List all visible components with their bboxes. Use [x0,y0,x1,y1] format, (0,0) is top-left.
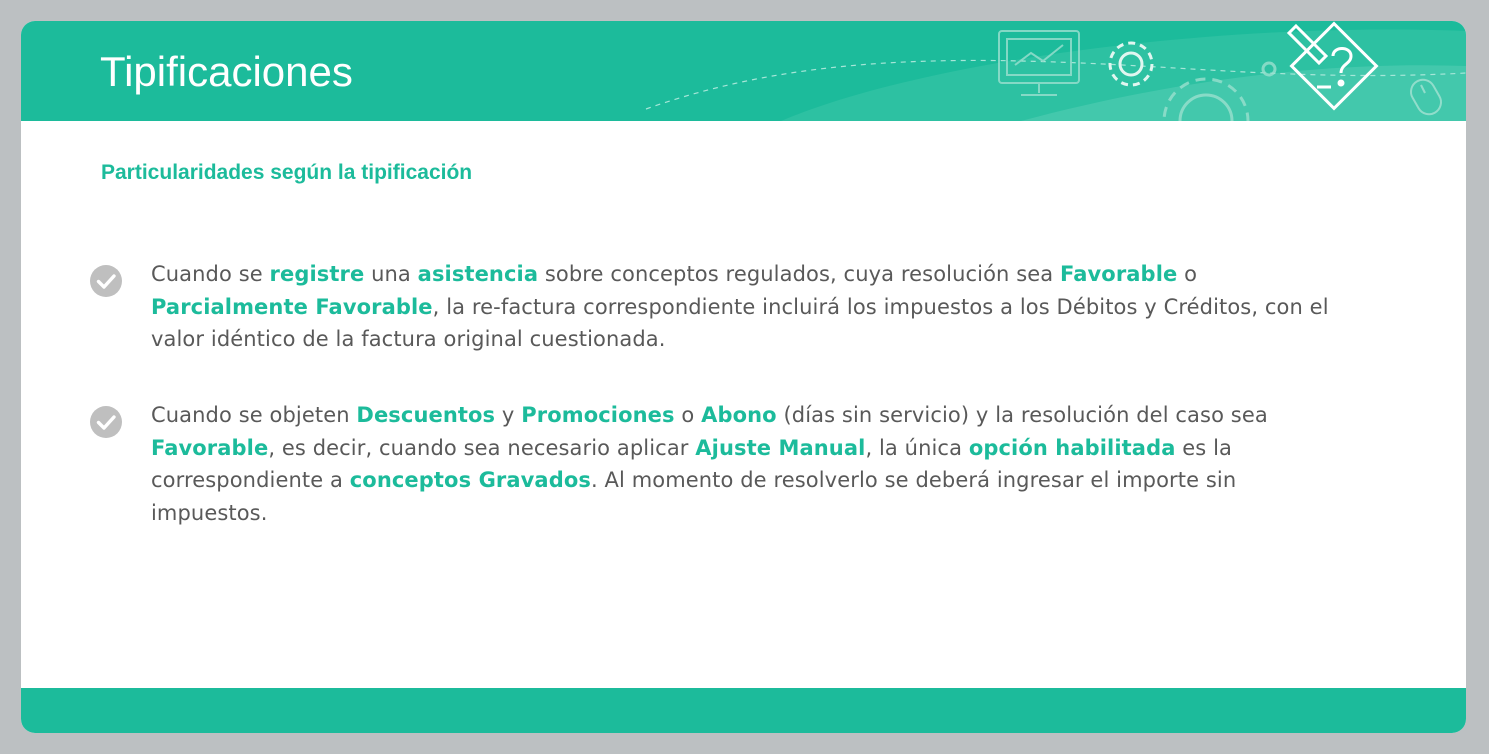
highlighted-term: Favorable [1060,262,1178,286]
bullet-text-segment: o [674,403,702,427]
header-banner: Tipificaciones [21,21,1466,121]
highlighted-term: opción habilitada [968,435,1176,460]
highlighted-term: asistencia [417,262,539,286]
bullet-text: Cuando se registre una asistencia sobre … [151,258,1341,356]
highlighted-term: Favorable [151,435,269,460]
bullet-text-segment: , es decir, cuando sea necesario aplicar [268,435,696,460]
check-circle-icon [90,406,122,438]
bullet-text-segment: Cuando se objeten [151,403,357,427]
slide: Tipificaciones Particularidades según la… [21,21,1466,733]
highlighted-term: conceptos Gravados [349,468,591,492]
bullet-text-segment: Cuando se [151,262,270,286]
highlighted-term: Descuentos [356,403,496,427]
highlighted-term: Promociones [521,403,675,427]
footer-bar [21,688,1466,733]
bullet-text-segment: una [364,262,418,286]
bullet-text-segment: o [1177,262,1198,286]
bullet-text-segment: sobre conceptos regulados, cuya resoluci… [538,262,1061,286]
bullet-text-segment: (días sin servicio) y la resolución del … [776,403,1268,427]
bullet-text: Cuando se objeten Descuentos y Promocion… [151,399,1341,529]
highlighted-term: Ajuste Manual [695,435,866,460]
section-subtitle: Particularidades según la tipificación [101,161,473,184]
page-title: Tipificaciones [100,48,353,95]
bullet-text-segment: , la única [865,435,969,460]
highlighted-term: Abono [701,403,777,427]
bullet-text-segment: y [495,403,522,427]
check-circle-icon [90,265,122,297]
highlighted-term: registre [269,262,365,286]
highlighted-term: Parcialmente Favorable [151,294,433,319]
